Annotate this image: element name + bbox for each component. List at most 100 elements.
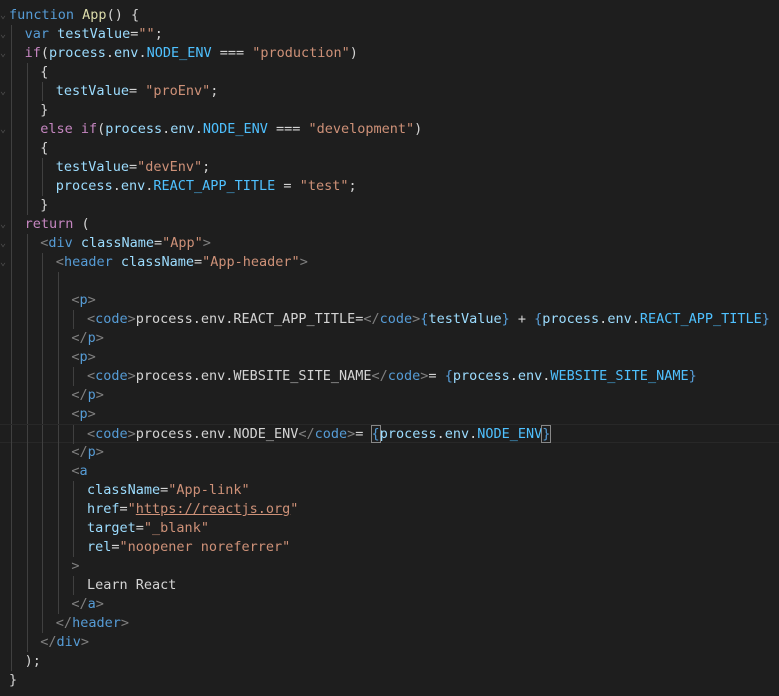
code-token: process.env.NODE_ENV bbox=[135, 426, 299, 442]
code-token: </ bbox=[71, 596, 88, 612]
indent-guide bbox=[11, 101, 12, 120]
fold-chevron-icon[interactable]: ⌄ bbox=[0, 235, 6, 252]
fold-chevron-icon[interactable]: ⌄ bbox=[0, 121, 6, 138]
code-line[interactable]: ⌄ var testValue=""; bbox=[0, 25, 779, 44]
indent-guide bbox=[26, 253, 28, 272]
code-line[interactable]: process.env.REACT_APP_TITLE = "test"; bbox=[0, 177, 779, 196]
code-line[interactable]: ⌄ testValue= "proEnv"; bbox=[0, 82, 779, 101]
code-text: Learn React bbox=[87, 576, 176, 595]
code-line[interactable]: <code>process.env.NODE_ENV</code>= {proc… bbox=[0, 424, 779, 444]
code-token: ( bbox=[40, 45, 49, 61]
code-line[interactable]: { bbox=[0, 139, 779, 158]
code-token: + bbox=[509, 311, 535, 327]
code-line[interactable]: <code>process.env.REACT_APP_TITLE=</code… bbox=[0, 310, 779, 329]
code-token: return bbox=[24, 216, 74, 232]
code-token: className bbox=[87, 482, 161, 498]
code-text: process.env.REACT_APP_TITLE = "test"; bbox=[56, 177, 357, 196]
code-line[interactable]: </div> bbox=[0, 633, 779, 652]
indent-guide bbox=[11, 329, 12, 348]
indent-guide bbox=[57, 405, 59, 424]
code-token: . bbox=[194, 121, 203, 137]
code-token: NODE_ENV bbox=[202, 121, 268, 137]
code-line[interactable]: rel="noopener noreferrer" bbox=[0, 538, 779, 557]
code-token: } bbox=[40, 102, 49, 118]
code-token: process.env.WEBSITE_SITE_NAME bbox=[135, 368, 372, 384]
indent-guide bbox=[26, 425, 28, 444]
code-line[interactable]: </p> bbox=[0, 329, 779, 348]
code-line[interactable]: </a> bbox=[0, 595, 779, 614]
code-line[interactable]: <p> bbox=[0, 291, 779, 310]
code-token: } bbox=[9, 672, 18, 688]
indent-guide bbox=[11, 462, 12, 481]
code-token: REACT_APP_TITLE bbox=[153, 178, 276, 194]
code-line[interactable] bbox=[0, 272, 779, 291]
fold-chevron-icon[interactable]: ⌄ bbox=[0, 7, 6, 24]
code-token: === bbox=[267, 121, 309, 137]
code-line[interactable]: testValue="devEnv"; bbox=[0, 158, 779, 177]
code-token: < bbox=[71, 463, 80, 479]
indent-guide bbox=[73, 425, 75, 444]
fold-chevron-icon[interactable]: ⌄ bbox=[0, 254, 6, 271]
code-token: ; bbox=[154, 26, 163, 42]
code-line[interactable]: target="_blank" bbox=[0, 519, 779, 538]
code-line[interactable]: className="App-link" bbox=[0, 481, 779, 500]
indent-guide bbox=[26, 538, 28, 557]
code-token: env bbox=[607, 311, 632, 327]
indent-guide bbox=[11, 348, 12, 367]
indent-guide bbox=[57, 291, 59, 310]
code-token: > bbox=[120, 615, 129, 631]
fold-chevron-icon[interactable]: ⌄ bbox=[0, 216, 6, 233]
indent-guide bbox=[73, 576, 75, 595]
code-line[interactable]: { bbox=[0, 63, 779, 82]
code-text: var testValue=""; bbox=[25, 25, 163, 44]
code-text: testValue="devEnv"; bbox=[56, 158, 210, 177]
code-token: REACT_APP_TITLE bbox=[639, 311, 762, 327]
code-line[interactable]: } bbox=[0, 196, 779, 215]
code-line[interactable]: ); bbox=[0, 652, 779, 671]
code-line[interactable]: ⌄ else if(process.env.NODE_ENV === "devel… bbox=[0, 120, 779, 139]
code-token: } bbox=[688, 368, 697, 384]
code-line[interactable]: } bbox=[0, 101, 779, 120]
code-line[interactable]: </header> bbox=[0, 614, 779, 633]
code-line[interactable]: <p> bbox=[0, 348, 779, 367]
code-line[interactable]: href="https://reactjs.org" bbox=[0, 500, 779, 519]
code-line[interactable]: <p> bbox=[0, 405, 779, 424]
code-line[interactable]: </p> bbox=[0, 443, 779, 462]
code-line[interactable]: ⌄ <header className="App-header"> bbox=[0, 253, 779, 272]
code-line[interactable]: </p> bbox=[0, 386, 779, 405]
code-line[interactable]: <a bbox=[0, 462, 779, 481]
code-token: p bbox=[79, 406, 88, 422]
code-text: target="_blank" bbox=[87, 519, 209, 538]
indent-guide bbox=[73, 519, 75, 538]
code-line[interactable]: ⌄ if(process.env.NODE_ENV === "production… bbox=[0, 44, 779, 63]
code-token: var bbox=[24, 26, 49, 42]
indent-guide bbox=[11, 425, 12, 444]
indent-guide bbox=[42, 158, 44, 177]
code-token: p bbox=[79, 349, 88, 365]
indent-guide bbox=[57, 310, 59, 329]
indent-guide bbox=[11, 614, 12, 633]
fold-chevron-icon[interactable]: ⌄ bbox=[0, 26, 6, 43]
code-text: <code>process.env.NODE_ENV</code>= {proc… bbox=[87, 425, 552, 444]
code-line[interactable]: ⌄ return ( bbox=[0, 215, 779, 234]
indent-guide bbox=[26, 63, 28, 82]
code-token: "test" bbox=[299, 178, 349, 194]
code-token: ( bbox=[73, 216, 90, 232]
fold-chevron-icon[interactable]: ⌄ bbox=[0, 45, 6, 62]
indent-guide bbox=[57, 329, 59, 348]
code-token: </ bbox=[371, 368, 388, 384]
code-text: </p> bbox=[71, 443, 104, 462]
code-token: "proEnv" bbox=[145, 83, 211, 99]
code-line[interactable]: > bbox=[0, 557, 779, 576]
code-line[interactable]: ⌄ <div className="App"> bbox=[0, 234, 779, 253]
indent-guide bbox=[57, 538, 59, 557]
code-line[interactable]: Learn React bbox=[0, 576, 779, 595]
code-line[interactable]: ⌄ function App() { bbox=[0, 6, 779, 25]
code-editor[interactable]: ⌄ function App() {⌄ var testValue=""; ⌄ if(p… bbox=[0, 0, 779, 696]
code-token: process.env.REACT_APP_TITLE= bbox=[135, 311, 364, 327]
code-line[interactable]: } bbox=[0, 671, 779, 690]
fold-chevron-icon[interactable]: ⌄ bbox=[0, 83, 6, 100]
code-token: < bbox=[71, 349, 80, 365]
code-line[interactable]: <code>process.env.WEBSITE_SITE_NAME</cod… bbox=[0, 367, 779, 386]
